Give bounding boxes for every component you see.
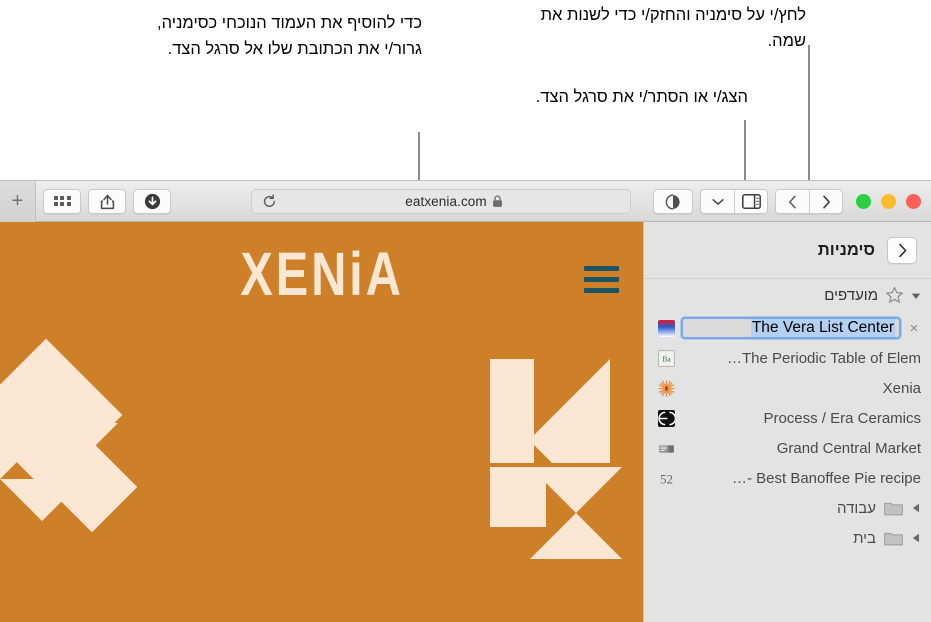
hamburger-menu-icon[interactable] (584, 266, 619, 293)
svg-text:52: 52 (660, 471, 673, 486)
decorative-triangle-6 (534, 359, 610, 435)
url-display[interactable]: eatxenia.com (278, 194, 630, 209)
bookmark-folder-row[interactable]: עבודה (644, 493, 931, 523)
sidebar-collapse-button[interactable] (887, 236, 917, 264)
disclosure-triangle-down-icon[interactable] (911, 292, 921, 300)
tab-overview-button[interactable] (43, 188, 81, 214)
callout-text-add-bookmark: כדי להוסיף את העמוד הנוכחי כסימניה, גרור… (157, 14, 422, 58)
bookmark-rename-input[interactable]: The Vera List Center (681, 317, 901, 339)
bookmark-row[interactable]: Best Banoffee Pie recipe -… 52 (644, 463, 931, 493)
chevron-down-icon (711, 198, 724, 205)
bookmark-row[interactable]: Xenia (644, 373, 931, 403)
sidebar-toggle-icon (741, 194, 761, 209)
era-ceramics-favicon (658, 409, 675, 427)
sidebar-toggle-group (700, 189, 768, 214)
sidebar-title: סימניות (817, 240, 875, 259)
window-controls (856, 194, 921, 209)
window-content: XENiA סימניות מועדפים × The Vera List Ce… (0, 222, 931, 622)
browser-toolbar: + eatxenia.com (0, 181, 931, 222)
tab-overview-icon (53, 195, 71, 207)
lock-icon (492, 195, 502, 207)
decorative-triangle-5 (92, 423, 118, 449)
share-button[interactable] (88, 188, 126, 214)
disclosure-triangle-icon[interactable] (911, 533, 921, 543)
favorites-section-header[interactable]: מועדפים (644, 279, 931, 312)
vera-list-center-favicon (658, 319, 675, 337)
toolbar-right-cluster (653, 181, 925, 222)
bookmark-folder-label: עבודה (837, 499, 876, 517)
bookmark-label: Grand Central Market (776, 439, 921, 457)
bookmark-list: × The Vera List Center The Periodic Tabl… (644, 312, 931, 622)
folder-icon (884, 532, 903, 546)
bookmark-row-editing[interactable]: × The Vera List Center (644, 313, 931, 343)
sidebar-options-chevron-button[interactable] (701, 190, 734, 213)
reader-contrast-button[interactable] (653, 189, 693, 214)
disclosure-triangle-icon[interactable] (911, 503, 921, 513)
bookmark-row[interactable]: The Periodic Table of Elem… Ba (644, 343, 931, 373)
banoffee-52-favicon: 52 (660, 471, 673, 486)
share-icon (100, 194, 114, 209)
site-logo[interactable]: XENiA (240, 239, 403, 310)
back-button[interactable] (776, 190, 809, 213)
plus-icon: + (11, 190, 24, 212)
bookmark-label: The Periodic Table of Elem… (727, 349, 921, 367)
forward-button[interactable] (809, 190, 842, 213)
svg-text:Ba: Ba (662, 354, 671, 363)
hero-photo-area (0, 327, 643, 622)
callout-text-toggle-sidebar: הצג/י או הסתר/י את סרגל הצד. (535, 88, 748, 106)
bookmark-folder-row[interactable]: בית (644, 523, 931, 553)
remove-x-icon[interactable]: × (907, 321, 921, 336)
callout-text-rename-bookmark: לחץ/י על סימניה והחזק/י כדי לשנות את שמה… (540, 6, 806, 50)
decorative-triangle-2 (0, 479, 42, 521)
decorative-triangle-9 (576, 467, 622, 513)
decorative-triangle-1 (0, 437, 42, 479)
chevron-right-icon (898, 243, 906, 257)
downloads-icon (144, 193, 160, 209)
star-icon (886, 286, 903, 303)
decorative-triangle-10 (530, 513, 576, 559)
web-page-content: XENiA (0, 222, 643, 622)
decorative-triangle-11 (576, 513, 622, 559)
bookmarks-sidebar: סימניות מועדפים × The Vera List Center T… (643, 222, 931, 622)
folder-icon (884, 502, 903, 516)
close-button[interactable] (906, 194, 921, 209)
grand-central-market-favicon (659, 444, 674, 453)
chevron-left-icon (789, 195, 796, 208)
reload-button[interactable] (260, 193, 278, 211)
bookmark-label: Process / Era Ceramics (763, 409, 921, 427)
safari-window: + eatxenia.com XENiA סימניות מועדפים × T… (0, 180, 931, 622)
address-bar[interactable]: eatxenia.com (251, 189, 631, 214)
bookmark-row[interactable]: Grand Central Market (644, 433, 931, 463)
zoom-button[interactable] (856, 194, 871, 209)
downloads-button[interactable] (133, 188, 171, 214)
reader-contrast-icon (665, 193, 680, 210)
sidebar-toggle-button[interactable] (734, 190, 767, 213)
xenia-sun-favicon (658, 379, 675, 397)
url-text: eatxenia.com (405, 194, 487, 209)
bookmark-label: Xenia (882, 379, 921, 397)
reload-icon (263, 194, 275, 207)
chevron-right-icon (822, 195, 830, 208)
bookmark-row[interactable]: Process / Era Ceramics (644, 403, 931, 433)
callout-leader-line-address (418, 132, 420, 184)
periodic-table-favicon: Ba (658, 349, 675, 367)
bookmark-rename-value: The Vera List Center (750, 319, 895, 337)
favorites-label: מועדפים (824, 287, 878, 304)
site-header: XENiA (0, 222, 643, 327)
new-tab-button[interactable]: + (0, 181, 36, 222)
bookmark-label: Best Banoffee Pie recipe -… (731, 469, 921, 487)
sidebar-header: סימניות (644, 222, 931, 279)
minimize-button[interactable] (881, 194, 896, 209)
bookmark-folder-label: בית (853, 529, 876, 547)
navigation-group (775, 189, 843, 214)
callout-leader-line-sidebar-toggle (744, 120, 746, 184)
decorative-triangle-8 (530, 467, 576, 513)
